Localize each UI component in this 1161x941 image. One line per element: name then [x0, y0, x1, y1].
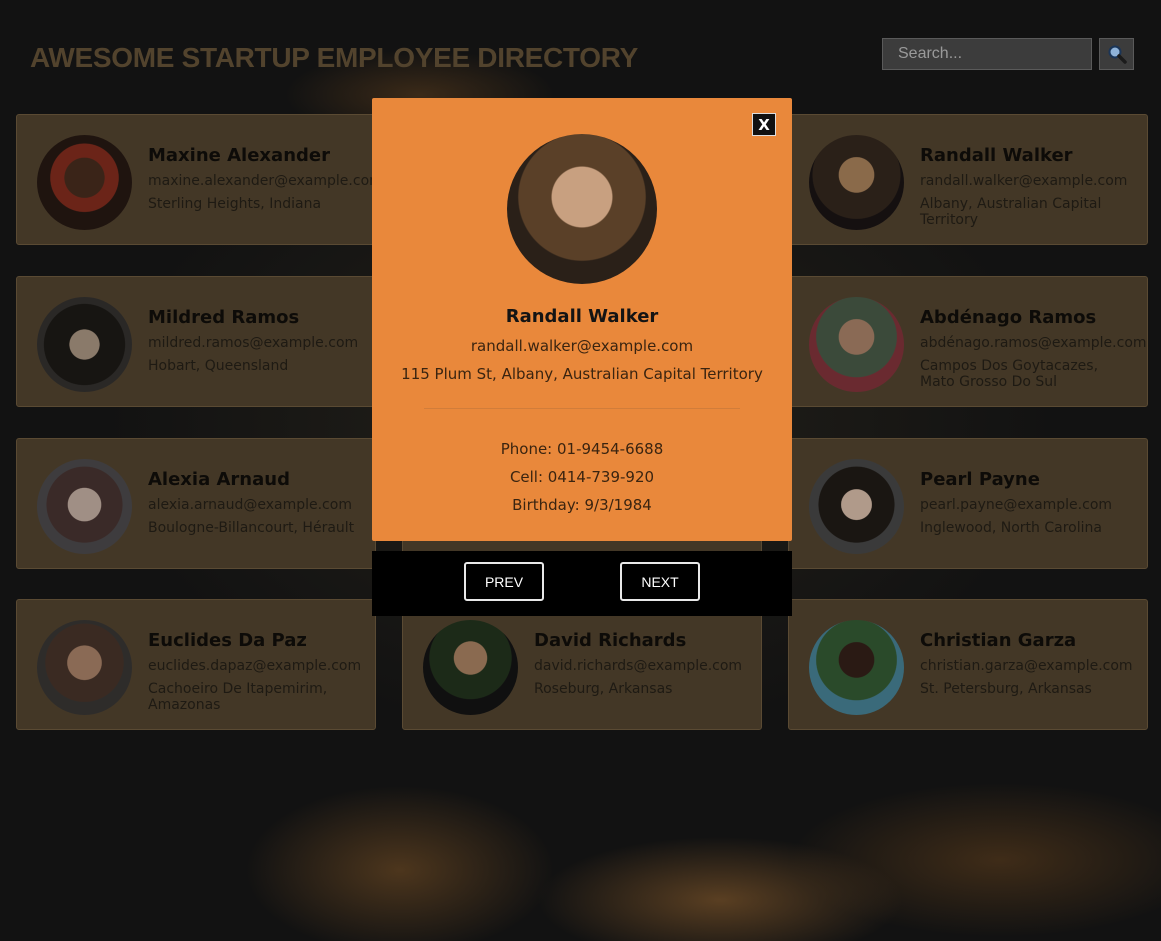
- avatar: [809, 135, 904, 230]
- prev-button[interactable]: PREV: [464, 562, 544, 601]
- employee-name: Christian Garza: [920, 630, 1077, 651]
- avatar: [37, 620, 132, 715]
- modal-birthday: Birthday: 9/3/1984: [512, 496, 652, 514]
- modal-phone: Phone: 01-9454-6688: [500, 440, 664, 458]
- modal-address: 115 Plum St, Albany, Australian Capital …: [401, 365, 763, 383]
- employee-email: christian.garza@example.com: [920, 658, 1133, 674]
- page-title: AWESOME STARTUP EMPLOYEE DIRECTORY: [30, 42, 638, 73]
- employee-card[interactable]: Christian Garza christian.garza@example.…: [788, 599, 1148, 730]
- employee-name: Mildred Ramos: [148, 307, 300, 328]
- employee-card[interactable]: Randall Walker randall.walker@example.co…: [788, 114, 1148, 245]
- employee-location: Roseburg, Arkansas: [534, 681, 673, 697]
- employee-location: Sterling Heights, Indiana: [148, 196, 322, 212]
- close-button[interactable]: X: [752, 113, 776, 136]
- employee-email: randall.walker@example.com: [920, 173, 1128, 189]
- magnifier-icon: [1108, 45, 1127, 64]
- modal-name: Randall Walker: [505, 306, 659, 327]
- employee-name: David Richards: [534, 630, 687, 651]
- employee-email: abdénago.ramos@example.com: [920, 335, 1147, 351]
- employee-card[interactable]: Abdénago Ramos abdénago.ramos@example.co…: [788, 276, 1148, 407]
- avatar: [423, 620, 518, 715]
- avatar: [809, 297, 904, 392]
- employee-email: mildred.ramos@example.com: [148, 335, 359, 351]
- employee-email: maxine.alexander@example.com: [148, 173, 383, 189]
- employee-email: euclides.dapaz@example.com: [148, 658, 362, 674]
- avatar: [37, 459, 132, 554]
- search-input[interactable]: [882, 38, 1092, 70]
- employee-name: Abdénago Ramos: [920, 307, 1097, 328]
- employee-email: alexia.arnaud@example.com: [148, 497, 352, 513]
- employee-email: david.richards@example.com: [534, 658, 743, 674]
- employee-card[interactable]: Pearl Payne pearl.payne@example.com Ingl…: [788, 438, 1148, 569]
- modal-email: randall.walker@example.com: [470, 337, 694, 355]
- employee-name: Euclides Da Paz: [148, 630, 307, 651]
- employee-name: Pearl Payne: [920, 469, 1040, 490]
- employee-location: Inglewood, North Carolina: [920, 520, 1102, 536]
- avatar: [37, 297, 132, 392]
- employee-card[interactable]: David Richards david.richards@example.co…: [402, 599, 762, 730]
- employee-card[interactable]: Maxine Alexander maxine.alexander@exampl…: [16, 114, 383, 245]
- avatar: [809, 459, 904, 554]
- employee-location: Albany, Australian Capital Territory: [920, 196, 1102, 228]
- avatar: [809, 620, 904, 715]
- employee-location: Boulogne-Billancourt, Hérault: [148, 520, 355, 536]
- employee-location: St. Petersburg, Arkansas: [920, 681, 1092, 697]
- employee-location: Hobart, Queensland: [148, 358, 289, 374]
- modal-divider: [424, 408, 740, 409]
- employee-card[interactable]: Mildred Ramos mildred.ramos@example.com …: [16, 276, 376, 407]
- modal-avatar: [507, 134, 657, 284]
- search-button[interactable]: [1099, 38, 1134, 70]
- employee-card[interactable]: Euclides Da Paz euclides.dapaz@example.c…: [16, 599, 376, 730]
- employee-name: Maxine Alexander: [148, 145, 330, 166]
- next-button[interactable]: NEXT: [620, 562, 700, 601]
- employee-location: Cachoeiro De Itapemirim, Amazonas: [148, 681, 328, 713]
- employee-location: Campos Dos Goytacazes, Mato Grosso Do Su…: [920, 358, 1099, 390]
- modal-nav-bar: [372, 551, 792, 616]
- employee-name: Alexia Arnaud: [148, 469, 290, 490]
- employee-name: Randall Walker: [920, 145, 1073, 166]
- employee-email: pearl.payne@example.com: [920, 497, 1113, 513]
- modal-cell: Cell: 0414-739-920: [509, 468, 655, 486]
- avatar: [37, 135, 132, 230]
- employee-card[interactable]: Alexia Arnaud alexia.arnaud@example.com …: [16, 438, 376, 569]
